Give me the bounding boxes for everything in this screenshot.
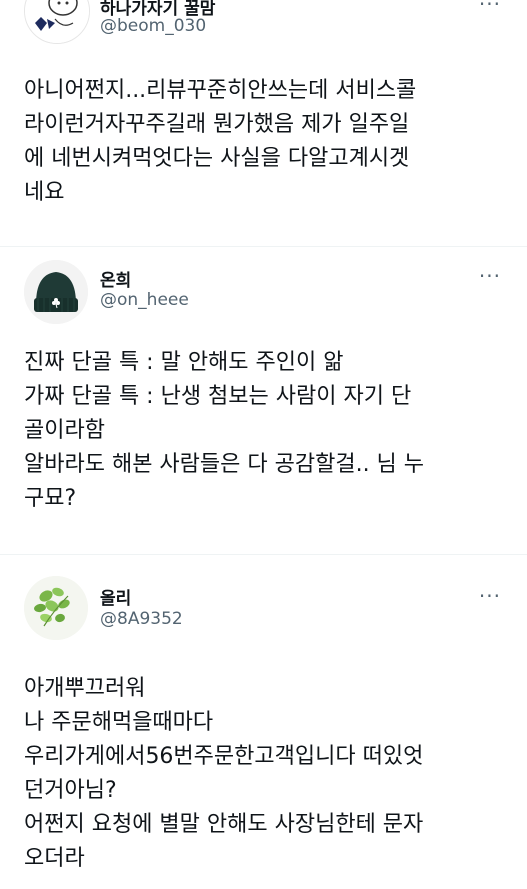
- user-handle[interactable]: @8A9352: [100, 609, 183, 629]
- divider: [0, 246, 527, 247]
- avatar[interactable]: [24, 576, 88, 640]
- tweet-line: 어쩐지 요청에 별말 안해도 사장님한테 문자: [24, 812, 424, 837]
- tweet-text: 아니어쩐지...리뷰꾸준히안쓰는데 서비스콜 라이런거자꾸주길래 뭔가했음 제가…: [24, 74, 507, 210]
- tweet-line: 오더라: [24, 846, 85, 871]
- tweet-3: 올리 @8A9352 ··· 아개뿌끄러워 나 주문해먹을때마다 우리가게에서5…: [0, 560, 527, 889]
- tweet-1: 하나가자기 꿀맘 @beom_030 ··· 아니어쩐지...리뷰꾸준히안쓰는데…: [0, 0, 527, 250]
- user-handle[interactable]: @on_heee: [100, 290, 189, 310]
- tweet-line: 알바라도 해본 사람들은 다 공감할걸.. 님 누: [24, 452, 425, 477]
- tweet-line: 에 네번시켜먹엇다는 사실을 다알고계시겟: [24, 146, 410, 171]
- tweet-line: 가짜 단골 특 : 난생 첨보는 사람이 자기 단: [24, 384, 412, 409]
- avatar[interactable]: [24, 0, 90, 44]
- avatar[interactable]: [24, 260, 88, 324]
- more-options-icon[interactable]: ···: [479, 586, 501, 606]
- divider: [0, 554, 527, 555]
- tweet-line: 던거아님?: [24, 778, 117, 803]
- display-name[interactable]: 올리: [100, 584, 131, 609]
- display-name[interactable]: 온희: [100, 266, 131, 291]
- tweet-line: 아니어쩐지...리뷰꾸준히안쓰는데 서비스콜: [24, 78, 417, 103]
- tweet-line: 골이라함: [24, 418, 105, 443]
- tweet-line: 구묘?: [24, 486, 77, 511]
- tweet-text: 아개뿌끄러워 나 주문해먹을때마다 우리가게에서56번주문한고객입니다 떠있엇 …: [24, 672, 507, 876]
- tweet-line: 우리가게에서56번주문한고객입니다 떠있엇: [24, 744, 424, 769]
- user-handle[interactable]: @beom_030: [100, 16, 206, 36]
- more-options-icon[interactable]: ···: [479, 0, 501, 14]
- tweet-text: 진짜 단골 특 : 말 안해도 주인이 앎 가짜 단골 특 : 난생 첨보는 사…: [24, 346, 507, 516]
- tweet-line: 라이런거자꾸주길래 뭔가했음 제가 일주일: [24, 112, 410, 137]
- tweet-line: 네요: [24, 180, 65, 205]
- beanie-icon: [24, 260, 88, 324]
- tweet-line: 나 주문해먹을때마다: [24, 710, 214, 735]
- leaf-illustration-icon: [24, 576, 88, 640]
- tweet-line: 아개뿌끄러워: [24, 676, 146, 701]
- more-options-icon[interactable]: ···: [479, 266, 501, 286]
- tweet-line: 진짜 단골 특 : 말 안해도 주인이 앎: [24, 350, 344, 375]
- tweet-2: 온희 @on_heee ··· 진짜 단골 특 : 말 안해도 주인이 앎 가짜…: [0, 250, 527, 550]
- avatar-illustration-icon: [25, 0, 89, 43]
